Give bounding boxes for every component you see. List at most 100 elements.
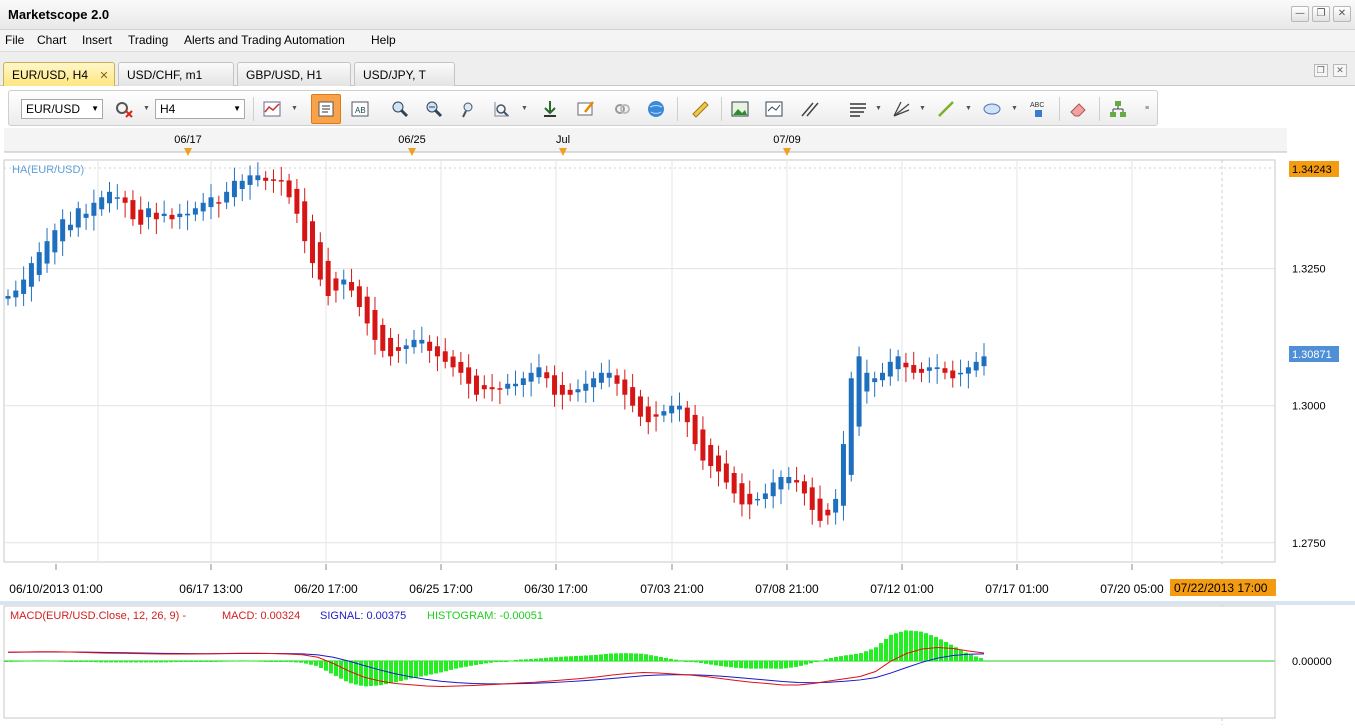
histogram-bar — [234, 660, 238, 662]
fibonacci-icon[interactable] — [891, 98, 913, 120]
ruler-icon[interactable] — [689, 98, 711, 120]
histogram-bar — [69, 661, 73, 662]
picture-icon[interactable] — [729, 98, 751, 120]
indicator-icon[interactable]: AB — [349, 98, 371, 120]
zoom-in-icon[interactable] — [389, 98, 411, 120]
histogram-bar — [454, 661, 458, 669]
candle-body — [848, 378, 854, 475]
histogram-bar — [944, 641, 948, 661]
toolbar-separator — [677, 97, 678, 121]
timeframe-select[interactable]: H4 ▼ — [155, 99, 245, 119]
candle-body — [700, 429, 706, 461]
candle-body — [794, 480, 800, 483]
candle-body — [333, 278, 339, 291]
minimize-button[interactable]: — — [1291, 6, 1309, 22]
histogram-bar — [724, 661, 728, 667]
histogram-bar — [549, 657, 553, 661]
cursor-date-label: 07/22/2013 17:00 — [1174, 581, 1268, 595]
tab-eurusd-h4[interactable]: EUR/USD, H4 ✕ — [3, 62, 115, 86]
dropdown-arrow-icon[interactable]: ▼ — [143, 105, 150, 112]
dropdown-arrow-icon[interactable]: ▼ — [965, 105, 972, 112]
dropdown-arrow-icon[interactable]: ▼ — [521, 105, 528, 112]
screenshot-icon[interactable] — [763, 98, 785, 120]
time-tick-label: 06/17 13:00 — [179, 582, 243, 596]
histogram-bar — [574, 655, 578, 661]
candle-body — [270, 179, 276, 181]
trendline-icon[interactable] — [799, 98, 821, 120]
dropdown-arrow-icon[interactable]: ▼ — [291, 105, 298, 112]
tab-gbpusd-h1[interactable]: GBP/USD, H1 — [237, 62, 351, 86]
menu-file[interactable]: File — [4, 33, 25, 47]
chart-canvas[interactable]: 06/17 06/25 Jul 07/09 HA(EUR/USD) 1.3250 1.3… — [0, 128, 1355, 725]
dropdown-arrow-icon[interactable]: ▼ — [919, 105, 926, 112]
link-icon[interactable] — [611, 98, 633, 120]
histogram-bar — [619, 653, 623, 661]
histogram-bar — [844, 655, 848, 661]
tab-usdjpy-t[interactable]: USD/JPY, T — [354, 62, 455, 86]
panel-restore-icon[interactable]: ❐ — [1313, 64, 1328, 77]
candle-body — [536, 367, 542, 378]
menu-chart[interactable]: Chart — [36, 33, 67, 47]
candle-body — [747, 493, 753, 505]
toolbar-overflow-icon[interactable]: ≡ — [1145, 105, 1149, 112]
symbol-select[interactable]: EUR/USD ▼ — [21, 99, 103, 119]
histogram-bar — [64, 660, 68, 662]
ellipse-icon[interactable] — [981, 98, 1003, 120]
histogram-bar — [919, 631, 923, 661]
line-draw-icon[interactable] — [935, 98, 957, 120]
candle-body — [755, 498, 761, 501]
histogram-bar — [624, 653, 628, 661]
zoom-out-icon[interactable] — [423, 98, 445, 120]
candle-body — [513, 383, 519, 387]
panel-close-icon[interactable]: ✕ — [1333, 64, 1347, 77]
chevron-down-icon: ▼ — [91, 104, 99, 113]
chart-area[interactable]: 06/17 06/25 Jul 07/09 HA(EUR/USD) 1.3250 1.3… — [0, 128, 1355, 725]
close-button[interactable]: ✕ — [1333, 6, 1351, 22]
candle-body — [676, 405, 682, 410]
menu-trading[interactable]: Trading — [127, 33, 169, 47]
histogram-bar — [764, 661, 768, 669]
candle-body — [903, 362, 909, 368]
text-icon[interactable]: ABC — [1027, 98, 1049, 120]
histogram-bar — [889, 634, 893, 661]
menu-insert[interactable]: Insert — [81, 33, 113, 47]
menu-alerts-automation[interactable]: Alerts and Trading Automation — [183, 33, 346, 47]
dropdown-arrow-icon[interactable]: ▼ — [1011, 105, 1018, 112]
delete-indicator-icon[interactable] — [113, 98, 135, 120]
scroll-end-icon[interactable] — [539, 98, 561, 120]
panel-buttons: ❐ ✕ — [1312, 62, 1347, 77]
time-tick-label: 06/30 17:00 — [524, 582, 588, 596]
chart-type-icon[interactable] — [261, 98, 283, 120]
candle-body — [622, 379, 628, 395]
zoom-select-icon[interactable] — [491, 98, 513, 120]
histogram-bar — [569, 656, 573, 661]
histogram-bar — [344, 661, 348, 682]
histogram-bar — [934, 636, 938, 661]
histogram-bar — [614, 653, 618, 661]
histogram-bar — [684, 660, 688, 662]
restore-button[interactable]: ❐ — [1312, 6, 1330, 22]
candle-body — [809, 487, 815, 510]
tab-usdchf-m1[interactable]: USD/CHF, m1 — [118, 62, 234, 86]
candle-body — [200, 202, 206, 212]
histogram-bar — [369, 661, 373, 687]
histogram-bar — [474, 661, 478, 665]
candle-body — [341, 279, 347, 285]
tab-close-icon[interactable]: ✕ — [99, 70, 108, 82]
bar-view-icon[interactable] — [311, 94, 341, 124]
dropdown-arrow-icon[interactable]: ▼ — [875, 105, 882, 112]
top-date-label: Jul — [556, 134, 570, 146]
channel-icon[interactable] — [847, 98, 869, 120]
candle-body — [122, 197, 128, 203]
menu-help[interactable]: Help — [370, 33, 397, 47]
zoom-region-icon[interactable] — [457, 98, 479, 120]
globe-icon[interactable] — [645, 98, 667, 120]
tree-icon[interactable] — [1107, 98, 1129, 120]
candle-body — [278, 180, 284, 182]
edit-chart-icon[interactable] — [575, 98, 597, 120]
candle-body — [801, 481, 807, 494]
eraser-icon[interactable] — [1067, 98, 1089, 120]
time-tick-label: 07/12 01:00 — [870, 582, 934, 596]
histogram-bar — [239, 660, 243, 662]
candle-body — [669, 405, 675, 414]
